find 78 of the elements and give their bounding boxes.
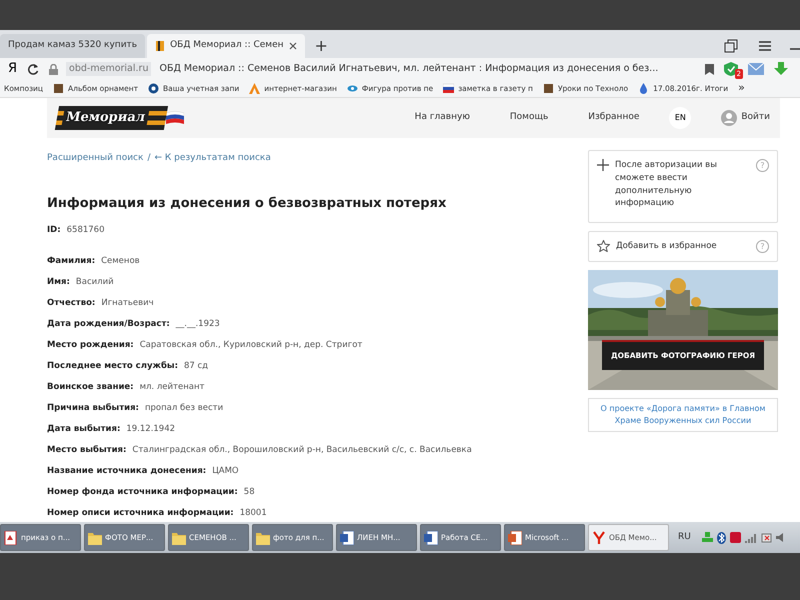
bookmark-icon[interactable] xyxy=(705,64,714,74)
breadcrumb-separator: / xyxy=(147,152,150,165)
browser-tab[interactable]: ОБД Мемориал :: Семен xyxy=(147,34,304,58)
folder-icon xyxy=(172,530,186,544)
info-card[interactable]: После авторизации вы сможете ввести дополнительную информацию ? xyxy=(588,150,778,223)
lock-icon xyxy=(49,64,58,74)
field-label: Номер описи источника информации: xyxy=(47,508,234,518)
field-label: Отчество: xyxy=(47,298,96,308)
drop-icon xyxy=(638,83,650,94)
site-logo[interactable]: Мемориал xyxy=(54,106,168,130)
project-link[interactable]: О проекте «Дорога памяти» в Главном Храме Вооруженных сил России xyxy=(588,398,778,432)
close-icon xyxy=(288,42,296,50)
flag-icon xyxy=(166,111,184,125)
page-heading: Информация из донесения о безвозвратных потерях xyxy=(47,194,448,212)
folder-icon xyxy=(88,530,102,544)
document-icon xyxy=(340,530,354,544)
more-bookmarks-button[interactable]: » xyxy=(738,80,745,97)
nav-link[interactable]: Избранное xyxy=(588,111,640,125)
field-value: Игнатьевич xyxy=(101,298,154,308)
field-value: 6581760 xyxy=(66,225,104,235)
field-label: Место выбытия: xyxy=(47,445,126,455)
mail-icon[interactable] xyxy=(748,63,764,75)
star-icon xyxy=(597,240,610,252)
page-title-text: ОБД Мемориал :: Семенов Василий Игнатьевич, мл. лейтенант : Информация из донесения о без... xyxy=(159,62,658,76)
address-field[interactable]: obd-memorial.ru ОБД Мемориал :: Семенов Василий Игнатьевич, мл. лейтенант : Информация из донесения о без... xyxy=(49,62,714,76)
letter-icon xyxy=(249,83,260,94)
field-label: Причина выбытия: xyxy=(47,403,139,413)
signal-icon[interactable] xyxy=(744,532,757,542)
nav-link[interactable]: Помощь xyxy=(510,111,548,125)
field-value: Семенов xyxy=(101,256,140,266)
back-link[interactable]: ← К результатам поиска xyxy=(154,152,271,166)
nav-link[interactable]: На главную xyxy=(414,111,470,125)
address-domain: obd-memorial.ru xyxy=(66,62,152,76)
field-label: Воинское звание: xyxy=(47,382,134,392)
ribbon-icon xyxy=(155,40,166,52)
new-tab-button[interactable]: + xyxy=(306,34,336,58)
field-value: ЦАМО xyxy=(212,466,239,476)
field-label: Имя: xyxy=(47,277,70,287)
info-card[interactable]: Добавить в избранное ? xyxy=(588,231,778,262)
reload-icon[interactable] xyxy=(27,63,40,75)
document-icon xyxy=(424,530,438,544)
bluetooth-icon[interactable] xyxy=(716,532,726,544)
document-icon xyxy=(4,530,18,544)
field-value: __.__.1923 xyxy=(176,319,220,329)
slides-icon xyxy=(508,530,522,544)
breadcrumb-link[interactable]: Расширенный поиск xyxy=(47,152,144,166)
field-value: 58 xyxy=(244,487,255,497)
field-label: Дата выбытия: xyxy=(47,424,120,434)
user-icon xyxy=(721,110,738,126)
browser-tab[interactable]: Продам камаз 5320 купить xyxy=(0,34,146,58)
field-value: Василий xyxy=(76,277,114,287)
field-label: Название источника донесения: xyxy=(47,466,206,476)
yandex-button[interactable]: Я xyxy=(8,59,18,79)
field-value: 19.12.1942 xyxy=(126,424,176,434)
keyboard-language[interactable]: RU xyxy=(678,530,691,544)
field-value: мл. лейтенант xyxy=(140,382,204,392)
tabs-icon[interactable] xyxy=(724,39,738,53)
field-value: 18001 xyxy=(240,508,267,518)
menu-icon[interactable] xyxy=(758,39,772,53)
language-button[interactable]: EN xyxy=(669,107,692,129)
field-value: 87 сд xyxy=(184,361,208,371)
field-label: ID: xyxy=(47,225,61,235)
plus-icon xyxy=(597,159,609,171)
flag-icon xyxy=(443,83,454,94)
globe-icon xyxy=(148,83,160,94)
field-label: Место рождения: xyxy=(47,340,134,350)
field-value: Саратовская обл., Куриловский р-н, дер. Стригот xyxy=(140,340,362,350)
eye-icon xyxy=(346,83,358,94)
folder-icon xyxy=(256,530,270,544)
login-link[interactable]: Войти xyxy=(721,110,770,126)
field-label: Последнее место службы: xyxy=(47,361,178,371)
download-icon[interactable] xyxy=(774,62,788,76)
field-label: Номер фонда источника информации: xyxy=(47,487,238,497)
field-value: Сталинградская обл., Ворошиловский р-н, Васильевский с/с, с. Васильевка xyxy=(132,445,472,455)
letter-icon xyxy=(592,530,606,544)
field-label: Дата рождения/Возраст: xyxy=(47,319,170,329)
field-value: пропал без вести xyxy=(144,403,224,413)
field-label: Фамилия: xyxy=(47,256,96,266)
